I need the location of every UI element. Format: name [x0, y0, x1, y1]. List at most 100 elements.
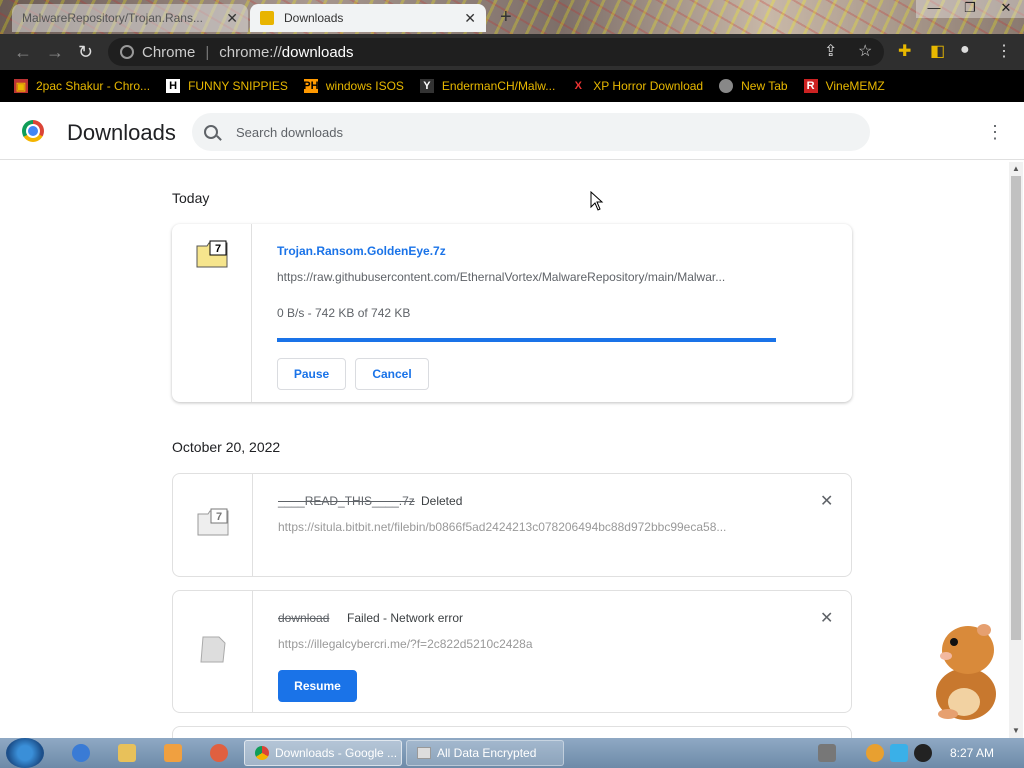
file-icon-column	[173, 591, 253, 712]
bookmarks-bar: ▣ 2pac Shakur - Chro... H FUNNY SNIPPIES P…	[0, 70, 1024, 102]
downloads-page: Downloads Search downloads ⋮ Today 7 Tro…	[0, 102, 1024, 746]
chrome-logo-icon	[22, 120, 44, 142]
download-item: download Failed - Network error https://…	[172, 590, 852, 713]
paint-icon[interactable]	[210, 744, 228, 762]
tab-title: Downloads	[284, 11, 344, 25]
internet-explorer-icon[interactable]	[72, 744, 90, 762]
resume-button[interactable]: Resume	[278, 670, 357, 702]
scroll-down-icon[interactable]: ▼	[1012, 726, 1020, 735]
download-progress-bar	[277, 338, 776, 342]
share-icon[interactable]: ⇪	[824, 41, 837, 61]
omnibox-label: Chrome	[142, 43, 196, 61]
archive-file-icon: 7	[197, 508, 229, 536]
reload-icon[interactable]: ↻	[78, 42, 93, 63]
download-item: 7 Trojan.Ransom.GoldenEye.7z https://raw…	[172, 224, 852, 402]
taskbar-item-chrome[interactable]: Downloads - Google ...	[244, 740, 402, 766]
start-button[interactable]	[6, 738, 44, 768]
newtab-icon	[719, 79, 734, 93]
omnibox-separator: |	[205, 43, 210, 61]
date-header: Today	[172, 190, 210, 206]
forward-icon[interactable]: →	[46, 42, 64, 63]
page-scrollbar[interactable]: ▲ ▼	[1009, 162, 1023, 738]
window-icon	[417, 747, 431, 759]
maximize-icon[interactable]: ❐	[952, 0, 988, 18]
minimize-icon[interactable]: —	[916, 0, 952, 18]
download-progress-text: 0 B/s - 742 KB of 742 KB	[277, 306, 411, 320]
file-icon-column: 7	[173, 474, 253, 576]
sidepanel-icon[interactable]: ◧	[930, 41, 945, 61]
remove-icon[interactable]: ✕	[820, 491, 833, 511]
star-icon[interactable]: ☆	[858, 41, 872, 61]
close-icon[interactable]: ✕	[226, 10, 238, 27]
explorer-folder-icon[interactable]	[118, 744, 136, 762]
bookmark-item[interactable]: Y EndermanCH/Malw...	[419, 79, 555, 93]
tray-volume-icon[interactable]	[914, 744, 932, 762]
tab-strip: MalwareRepository/Trojan.Rans... ✕ Downl…	[0, 0, 1024, 34]
taskbar-item-window[interactable]: All Data Encrypted	[406, 740, 564, 766]
bookmark-item[interactable]: PH windows ISOS	[303, 79, 404, 93]
svg-text:7: 7	[215, 243, 221, 255]
downloads-header: Downloads Search downloads ⋮	[0, 102, 1024, 160]
chrome-icon	[255, 746, 269, 760]
address-bar[interactable]: Chrome | chrome://downloads	[108, 38, 884, 66]
search-placeholder: Search downloads	[236, 124, 343, 140]
pause-button[interactable]: Pause	[277, 358, 346, 390]
bookmark-item[interactable]: New Tab	[719, 79, 788, 93]
url-main: downloads	[281, 43, 354, 61]
mouse-cursor-icon	[590, 191, 604, 211]
h-icon: H	[166, 79, 181, 93]
generic-file-icon	[200, 636, 226, 663]
yc-icon: Y	[419, 79, 434, 93]
bookmark-item[interactable]: R VineMEMZ	[803, 79, 885, 93]
x-icon: X	[574, 80, 582, 92]
close-icon[interactable]: ✕	[464, 10, 476, 27]
tab-downloads[interactable]: Downloads ✕	[250, 4, 486, 32]
profile-icon[interactable]: ●	[960, 41, 970, 59]
tray-search-icon[interactable]	[866, 744, 884, 762]
new-tab-button[interactable]: +	[500, 6, 512, 29]
svg-text:7: 7	[216, 511, 222, 523]
hamster-desktop-pet[interactable]	[918, 616, 1004, 722]
download-url: https://situla.bitbit.net/filebin/b0866f…	[278, 520, 727, 534]
file-icon-column: 7	[172, 224, 252, 402]
windows-taskbar: Downloads - Google ... All Data Encrypte…	[0, 738, 1024, 768]
close-window-icon[interactable]: ✕	[988, 0, 1024, 18]
download-status: Failed - Network error	[347, 611, 464, 625]
download-url: https://illegalcybercri.me/?f=2c822d5210…	[278, 637, 533, 651]
download-icon	[260, 11, 274, 25]
search-icon	[204, 125, 218, 139]
extensions-icon[interactable]: ✚	[898, 41, 911, 61]
search-downloads-input[interactable]: Search downloads	[192, 113, 870, 151]
date-header: October 20, 2022	[172, 439, 281, 455]
ph-icon: PH	[303, 79, 319, 93]
tab-title: MalwareRepository/Trojan.Rans...	[22, 11, 203, 25]
url-prefix: chrome://	[219, 43, 282, 61]
tray-app-icon[interactable]	[818, 744, 836, 762]
more-options-icon[interactable]: ⋮	[986, 122, 1004, 143]
download-item: 7 ____READ_THIS____.7z Deleted https://s…	[172, 473, 852, 577]
download-status: Deleted	[421, 494, 463, 508]
pac-icon: ▣	[14, 79, 28, 93]
download-filename: download	[278, 611, 330, 625]
bookmark-item[interactable]: X XP Horror Download	[571, 79, 704, 93]
download-filename: ____READ_THIS____.7z	[278, 494, 415, 508]
download-url: https://raw.githubusercontent.com/Ethern…	[277, 270, 726, 284]
download-filename-link[interactable]: Trojan.Ransom.GoldenEye.7z	[277, 244, 446, 258]
r-icon: R	[803, 79, 818, 93]
tab-malware-repository[interactable]: MalwareRepository/Trojan.Rans... ✕	[12, 4, 248, 32]
media-player-icon[interactable]	[164, 744, 182, 762]
chrome-icon	[120, 45, 134, 59]
page-title: Downloads	[67, 120, 176, 145]
window-controls: — ❐ ✕	[916, 0, 1024, 18]
back-icon[interactable]: ←	[14, 42, 32, 63]
scroll-up-icon[interactable]: ▲	[1012, 164, 1020, 173]
taskbar-clock[interactable]: 8:27 AM	[950, 746, 994, 760]
menu-icon[interactable]: ⋮	[996, 41, 1012, 61]
cancel-button[interactable]: Cancel	[355, 358, 429, 390]
scrollbar-thumb[interactable]	[1011, 176, 1021, 640]
tray-monitor-icon[interactable]	[890, 744, 908, 762]
bookmark-item[interactable]: ▣ 2pac Shakur - Chro...	[14, 79, 150, 93]
archive-file-icon: 7	[196, 240, 228, 268]
bookmark-item[interactable]: H FUNNY SNIPPIES	[166, 79, 288, 93]
remove-icon[interactable]: ✕	[820, 608, 833, 628]
